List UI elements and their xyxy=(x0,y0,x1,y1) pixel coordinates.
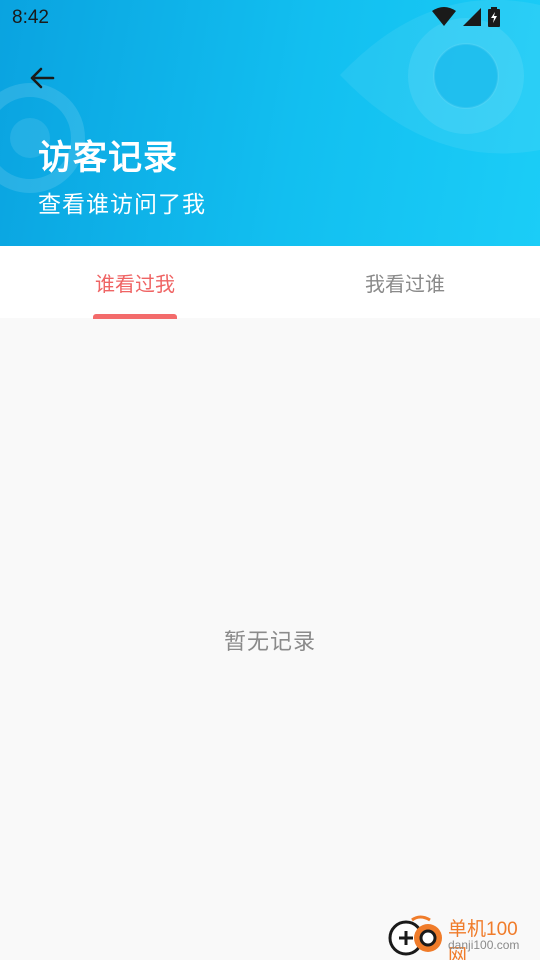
status-bar: 8:42 xyxy=(0,0,540,36)
battery-charging-icon xyxy=(488,7,500,27)
page-title: 访客记录 xyxy=(38,138,178,178)
cellular-signal-icon xyxy=(463,8,481,26)
wifi-icon xyxy=(432,7,456,26)
watermark-logo: 单机100网 danji100.com xyxy=(386,912,536,960)
header-banner: 8:42 访客记录 查看谁访问了我 xyxy=(0,0,540,246)
active-tab-indicator xyxy=(93,314,177,319)
back-button[interactable] xyxy=(22,58,62,98)
tab-who-viewed-me[interactable]: 谁看过我 xyxy=(0,246,270,318)
arrow-left-icon xyxy=(30,67,55,89)
empty-state-text: 暂无记录 xyxy=(223,630,316,655)
watermark-logo-icon xyxy=(388,915,442,956)
watermark-brand: 单机100网 xyxy=(448,919,518,960)
page-subtitle: 查看谁访问了我 xyxy=(38,192,206,218)
status-time: 8:42 xyxy=(12,7,49,28)
tab-who-i-viewed[interactable]: 我看过谁 xyxy=(270,246,540,318)
tab-bar: 谁看过我 我看过谁 xyxy=(0,246,540,319)
watermark-url: danji100.com xyxy=(448,938,520,952)
